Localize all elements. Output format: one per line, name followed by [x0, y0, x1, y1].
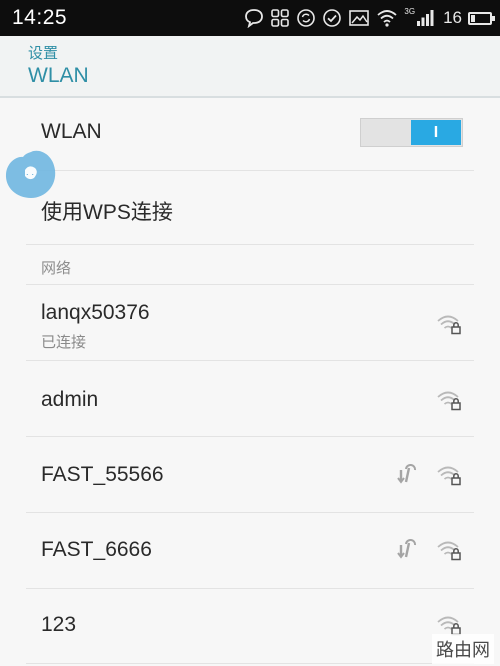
sync-circle-icon [297, 9, 316, 27]
wifi-locked-icon [437, 466, 461, 486]
header-bar: 设置 WLAN [0, 36, 500, 98]
signal-strength-icon [417, 10, 434, 26]
status-time: 14:25 [12, 6, 68, 29]
network-ssid: FAST_55566 [41, 463, 164, 486]
wps-connect-row[interactable]: 使用WPS连接 [26, 170, 474, 245]
page-title: WLAN [28, 64, 89, 87]
network-section-header: 网络 [41, 260, 72, 277]
chat-bubble-icon [245, 9, 264, 28]
wlan-toggle-switch[interactable]: I [360, 118, 463, 147]
floating-assistant-bubble-icon[interactable]: · · [3, 148, 59, 200]
network-status: 已连接 [41, 334, 87, 351]
wifi-status-icon [377, 10, 398, 27]
network-row-123[interactable]: 123 [26, 589, 474, 664]
network-row-lanqx50376[interactable]: lanqx50376 已连接 [26, 285, 474, 361]
status-icons: 3G 16 [244, 6, 495, 30]
wifi-locked-icon [437, 541, 461, 561]
svg-text:· ·: · · [26, 169, 35, 179]
network-ssid: lanqx50376 [41, 301, 150, 324]
wifi-locked-icon [437, 315, 461, 335]
network-ssid: 123 [41, 613, 77, 636]
check-circle-icon [323, 9, 342, 27]
toggle-knob: I [411, 120, 461, 145]
battery-percent: 16 [443, 8, 462, 27]
wps-available-icon [397, 464, 416, 484]
network-row-admin[interactable]: admin [26, 361, 474, 437]
wps-label: 使用WPS连接 [41, 201, 173, 224]
wifi-locked-icon [437, 616, 461, 636]
back-to-settings-link[interactable]: 设置 [28, 42, 58, 63]
network-type-label: 3G [404, 6, 416, 16]
wifi-locked-icon [437, 391, 461, 411]
battery-icon [468, 11, 495, 25]
network-ssid: FAST_6666 [41, 538, 152, 561]
image-icon [349, 10, 370, 26]
network-ssid: admin [41, 388, 99, 411]
wps-available-icon [397, 539, 416, 559]
wlan-label: WLAN [41, 120, 102, 143]
watermark: 路由网 [432, 634, 494, 664]
apps-grid-icon [271, 9, 290, 27]
status-bar: 14:25 3G 16 [0, 0, 500, 36]
